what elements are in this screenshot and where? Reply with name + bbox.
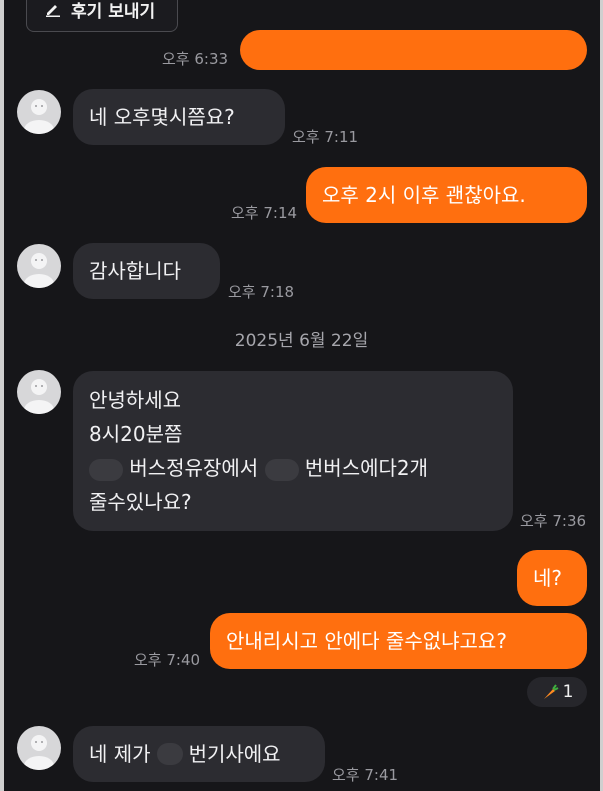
incoming-message-bubble[interactable]: 감사합니다 xyxy=(73,243,220,299)
avatar[interactable] xyxy=(17,370,61,414)
default-profile-icon xyxy=(24,379,54,414)
message-time: 오후 7:18 xyxy=(228,283,295,301)
message-fragment: 네 제가 xyxy=(89,742,151,766)
outgoing-message-bubble[interactable]: 안내리시고 안에다 줄수없냐고요? xyxy=(210,613,587,669)
message-text: 안내리시고 안에다 줄수없냐고요? xyxy=(226,629,507,653)
message-text: 감사합니다 xyxy=(89,259,181,283)
incoming-message-bubble[interactable]: 네 제가 번기사에요 xyxy=(73,726,325,782)
pencil-icon xyxy=(46,5,60,17)
reaction-badge[interactable]: 1 xyxy=(527,677,587,707)
outgoing-message-bubble[interactable]: 오후 2시 이후 괜찮아요. xyxy=(306,167,587,223)
message-time: 오후 6:33 xyxy=(162,50,229,68)
message-fragment: 번기사에요 xyxy=(188,742,281,766)
message-line: 8시20분쯤 xyxy=(89,422,183,446)
reaction-count: 1 xyxy=(562,682,574,702)
send-review-label: 후기 보내기 xyxy=(71,1,156,22)
message-time: 오후 7:11 xyxy=(292,128,359,146)
message-fragment: 버스정유장에서 xyxy=(129,456,259,480)
outgoing-message-bubble[interactable]: 네? xyxy=(517,550,587,606)
message-text: 네? xyxy=(533,566,563,590)
message-line: 버스정유장에서 번버스에다2개 xyxy=(89,453,497,487)
message-time: 오후 7:40 xyxy=(134,651,201,669)
send-review-button[interactable]: 후기 보내기 xyxy=(26,0,178,32)
carrot-icon xyxy=(543,684,559,699)
outgoing-message-bubble[interactable] xyxy=(240,30,587,70)
default-profile-icon xyxy=(24,735,54,770)
message-fragment: 번버스에다2개 xyxy=(304,456,429,480)
redacted-text xyxy=(156,743,183,765)
message-text: 네 오후몇시쯤요? xyxy=(89,105,235,129)
message-time: 오후 7:14 xyxy=(231,204,298,222)
message-time: 오후 7:41 xyxy=(332,766,399,784)
default-profile-icon xyxy=(24,253,54,288)
avatar[interactable] xyxy=(17,90,61,134)
message-line: 안녕하세요 xyxy=(89,388,181,412)
avatar[interactable] xyxy=(17,244,61,288)
message-line: 줄수있나요? xyxy=(89,490,192,514)
message-time: 오후 7:36 xyxy=(520,512,587,530)
screenshot-left-border xyxy=(0,0,4,791)
date-separator: 2025년 6월 22일 xyxy=(234,331,369,351)
redacted-text xyxy=(264,458,299,481)
incoming-message-bubble[interactable]: 안녕하세요 8시20분쯤 버스정유장에서 번버스에다2개 줄수있나요? xyxy=(73,371,513,531)
avatar[interactable] xyxy=(17,726,61,770)
message-text: 오후 2시 이후 괜찮아요. xyxy=(322,183,526,207)
redacted-text xyxy=(89,458,123,481)
default-profile-icon xyxy=(24,99,54,134)
incoming-message-bubble[interactable]: 네 오후몇시쯤요? xyxy=(73,89,285,145)
